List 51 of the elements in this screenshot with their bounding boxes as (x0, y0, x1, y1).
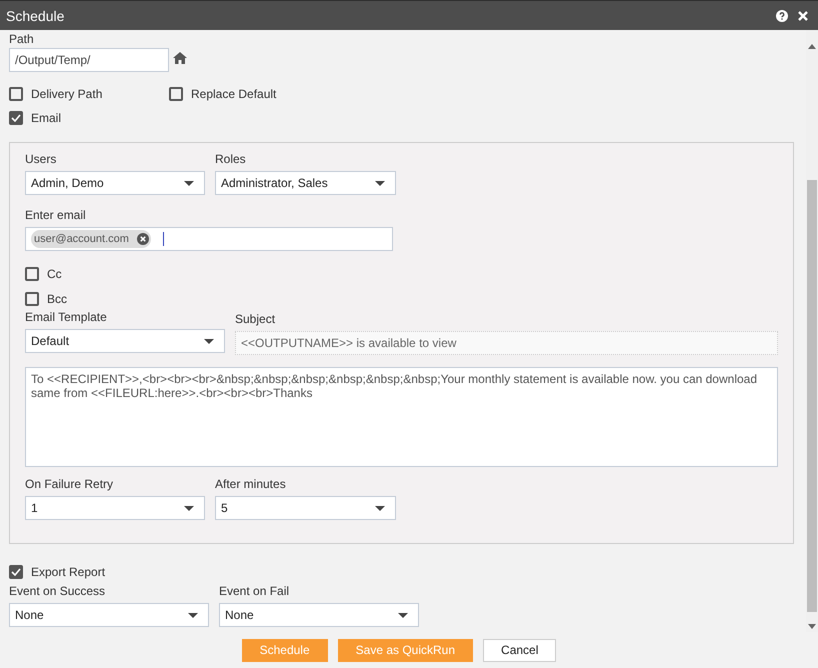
dialog-button[interactable]: Cancel (483, 638, 556, 662)
checkbox-label: Delivery Path (31, 87, 102, 101)
checkbox[interactable] (25, 267, 39, 281)
dropdown[interactable]: Default (25, 329, 225, 353)
remove-icon[interactable] (136, 233, 149, 245)
caret-icon (375, 506, 385, 510)
checkbox-label: Replace Default (191, 87, 276, 101)
checkbox[interactable] (9, 87, 23, 101)
field-label: On Failure Retry (25, 477, 114, 491)
scroll-up-icon[interactable] (808, 44, 816, 49)
checkbox-label: Email (31, 111, 62, 125)
scrollbar-thumb[interactable] (807, 180, 817, 612)
dropdown[interactable]: Admin, Demo (25, 171, 205, 195)
checkbox-label: Export Report (31, 565, 106, 579)
email-field[interactable]: user@account.com (25, 227, 393, 251)
checkbox[interactable] (9, 111, 23, 125)
field-label: Path (9, 32, 35, 46)
path-field[interactable]: /Output/Temp/ (9, 48, 169, 72)
caret-icon (184, 506, 194, 510)
dropdown[interactable]: Administrator, Sales (215, 171, 396, 195)
caret-icon (204, 338, 214, 344)
help-icon[interactable] (776, 10, 788, 22)
dropdown[interactable]: None (9, 603, 209, 627)
checkbox[interactable] (9, 565, 23, 579)
checkbox-label: Cc (47, 267, 62, 281)
field-label: Event on Success (9, 584, 106, 598)
field-label: Event on Fail (219, 584, 290, 598)
checkbox-label: Bcc (47, 292, 68, 306)
field-label: Subject (235, 312, 276, 326)
field-label: Users (25, 152, 58, 166)
checkbox[interactable] (25, 292, 39, 306)
close-icon[interactable] (798, 10, 808, 20)
field-label: Email Template (25, 310, 108, 324)
field-label: After minutes (215, 477, 287, 491)
home-icon[interactable] (173, 52, 187, 64)
email-tag: user@account.com (31, 230, 151, 248)
dropdown[interactable]: None (219, 603, 419, 627)
dropdown[interactable]: 5 (215, 496, 396, 520)
window-title: Schedule (6, 8, 66, 24)
caret-icon (184, 180, 194, 186)
subject-field[interactable]: <<OUTPUTNAME>> is available to view (235, 331, 778, 355)
text-cursor (162, 232, 164, 246)
scroll-down-icon[interactable] (808, 624, 816, 629)
caret-icon (398, 612, 408, 618)
field-label: Roles (215, 152, 247, 166)
checkbox[interactable] (169, 87, 183, 101)
caret-icon (188, 612, 198, 618)
dropdown[interactable]: 1 (25, 496, 205, 520)
caret-icon (375, 180, 385, 186)
field-label: Enter email (25, 208, 87, 222)
message-body-field[interactable]: To <<RECIPIENT>>,<br><br><br>&nbsp;&nbsp;&nbsp;&nbsp;&nbsp;&nbsp;Your monthly statement is available now. you can download same from <<FILEURL:here>>.<br><br><br>Thanks (25, 367, 778, 467)
